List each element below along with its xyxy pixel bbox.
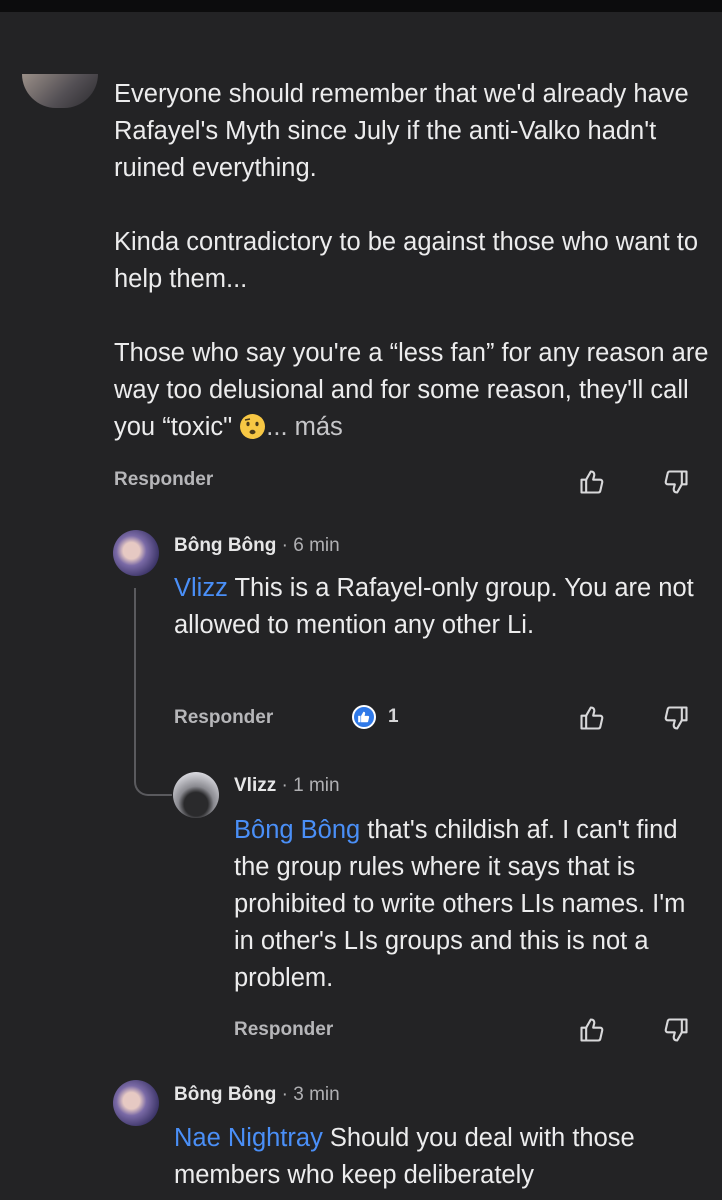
reply-button[interactable]: Responder: [114, 469, 213, 491]
reply-button[interactable]: Responder: [174, 707, 273, 729]
author-name[interactable]: Bông Bông: [174, 1084, 276, 1105]
comment-author[interactable]: Bông Bông · 3 min: [174, 1084, 340, 1106]
mention-link[interactable]: Vlizz: [174, 574, 228, 602]
avatar[interactable]: [22, 74, 98, 108]
comment-text: Everyone should remember that we'd alrea…: [114, 76, 714, 446]
avatar[interactable]: [113, 530, 159, 576]
avatar[interactable]: [113, 1080, 159, 1126]
comment-time: · 1 min: [276, 775, 340, 796]
comment-text: Bông Bông that's childish af. I can't fi…: [234, 812, 710, 997]
comment-paragraph: Kinda contradictory to be against those …: [114, 228, 699, 293]
top-bar: [0, 0, 722, 12]
comment-text: Nae Nightray Should you deal with those …: [174, 1120, 694, 1194]
comment-paragraph: Those who say you're a “less fan” for an…: [114, 339, 709, 441]
comment-text: Vlizz This is a Rafayel-only group. You …: [174, 570, 694, 644]
more-link[interactable]: ... más: [266, 413, 343, 441]
mention-link[interactable]: Nae Nightray: [174, 1124, 323, 1152]
thumbs-down-icon[interactable]: [662, 1016, 690, 1044]
comment-author[interactable]: Bông Bông · 6 min: [174, 535, 340, 557]
thumbs-up-icon[interactable]: [578, 1016, 606, 1044]
author-name[interactable]: Vlizz: [234, 775, 276, 796]
emoji-icon: [239, 413, 266, 440]
like-reaction-icon: [352, 705, 376, 729]
author-name[interactable]: Bông Bông: [174, 535, 276, 556]
comment-body: This is a Rafayel-only group. You are no…: [174, 574, 694, 639]
comment-paragraph-with-more: Those who say you're a “less fan” for an…: [114, 335, 714, 446]
thumbs-down-icon[interactable]: [662, 704, 690, 732]
reaction-count: 1: [388, 706, 399, 727]
comment-time: · 6 min: [276, 535, 340, 556]
avatar[interactable]: [173, 772, 219, 818]
comment-time: · 3 min: [276, 1084, 340, 1105]
reaction-summary[interactable]: 1: [352, 705, 399, 729]
comment-author[interactable]: Vlizz · 1 min: [234, 775, 340, 797]
thumbs-down-icon[interactable]: [662, 468, 690, 496]
reply-button[interactable]: Responder: [234, 1019, 333, 1041]
thread-connector: [134, 588, 172, 796]
mention-link[interactable]: Bông Bông: [234, 816, 360, 844]
thumbs-up-icon[interactable]: [578, 704, 606, 732]
thumbs-up-icon[interactable]: [578, 468, 606, 496]
comment-paragraph: Everyone should remember that we'd alrea…: [114, 80, 689, 182]
